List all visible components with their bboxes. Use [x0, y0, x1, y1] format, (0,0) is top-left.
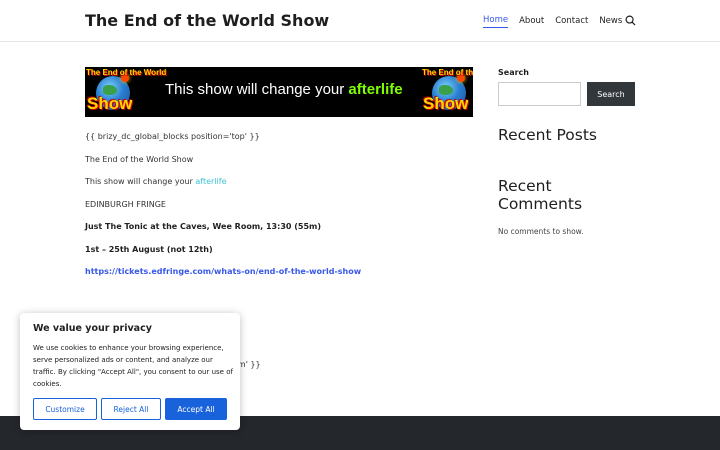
sidebar-search-label: Search [498, 68, 529, 77]
main-nav: Home About Contact News [483, 15, 633, 28]
festival-text: EDINBURGH FRINGE [85, 200, 166, 209]
sidebar-search-input[interactable] [498, 82, 581, 106]
shortcode-top: {{ brizy_dc_global_blocks position='top'… [85, 132, 260, 141]
venue-text: Just The Tonic at the Caves, Wee Room, 1… [85, 222, 322, 231]
show-title-text: The End of the World Show [85, 155, 194, 164]
banner-tagline-prefix: This show will change your [165, 81, 349, 98]
show-logo-right: The End of the World Show [421, 67, 473, 117]
recent-posts-heading: Recent Posts [498, 126, 598, 144]
site-title[interactable]: The End of the World Show [85, 11, 329, 30]
cookie-consent-banner: We value your privacy We use cookies to … [20, 313, 240, 430]
cookie-title: We value your privacy [33, 323, 152, 334]
show-banner-image: The End of the World Show This show will… [85, 67, 473, 117]
dates-text: 1st – 25th August (not 12th) [85, 245, 213, 254]
nav-item-contact[interactable]: Contact [555, 16, 588, 28]
nav-item-home[interactable]: Home [483, 15, 509, 28]
logo-text-top: The End of the World [86, 68, 167, 77]
ticket-link[interactable]: https://tickets.edfringe.com/whats-on/en… [85, 267, 361, 276]
cookie-description: We use cookies to enhance your browsing … [33, 344, 233, 388]
banner-tagline-highlight: afterlife [348, 81, 403, 98]
sidebar-search-button[interactable]: Search [587, 82, 635, 106]
customize-button[interactable]: Customize [33, 398, 97, 420]
show-logo-left: The End of the World Show [85, 67, 166, 117]
search-icon[interactable] [625, 15, 636, 26]
afterlife-link[interactable]: afterlife [195, 177, 226, 186]
logo-text-top: The End of the World [422, 68, 473, 77]
no-comments-text: No comments to show. [498, 227, 584, 236]
tagline-prefix: This show will change your [85, 177, 196, 186]
accept-all-button[interactable]: Accept All [165, 398, 227, 420]
recent-comments-heading: Recent Comments [498, 177, 583, 213]
banner-tagline: This show will change your afterlife [165, 81, 403, 98]
logo-text-bottom: Show [423, 94, 469, 113]
nav-item-news[interactable]: News [599, 16, 622, 28]
logo-text-bottom: Show [87, 94, 133, 113]
site-header: The End of the World Show Home About Con… [0, 0, 720, 42]
reject-all-button[interactable]: Reject All [101, 398, 161, 420]
tagline-text: This show will change your afterlife [85, 177, 227, 186]
nav-item-about[interactable]: About [519, 16, 544, 28]
